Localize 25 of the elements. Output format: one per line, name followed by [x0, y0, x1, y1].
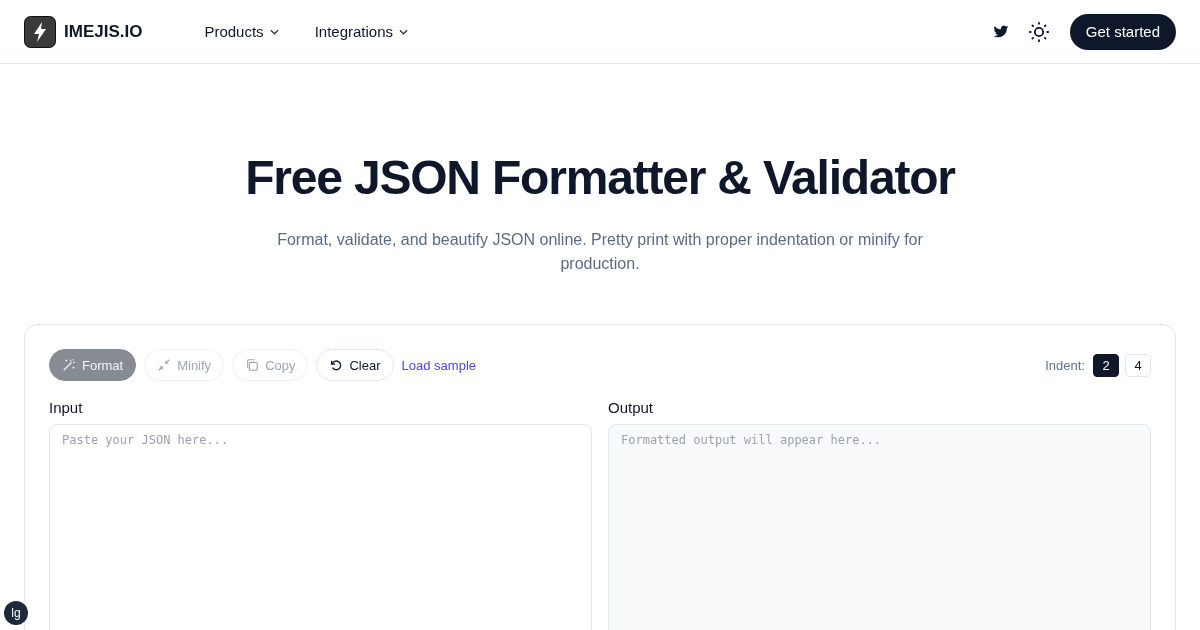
twitter-icon[interactable]: [991, 23, 1010, 40]
pane-label: Output: [608, 399, 655, 416]
chevron-down-icon: [269, 28, 279, 35]
sun-icon[interactable]: [1027, 20, 1050, 43]
page-title: Free JSON Formatter & Validator: [244, 150, 957, 206]
magic-wand-icon: [62, 358, 76, 372]
json-text-field[interactable]: Paste your JSON here...: [49, 424, 592, 630]
copy-icon: [245, 358, 260, 372]
pane-label: Input: [49, 399, 84, 416]
chevron-down-icon: [399, 28, 408, 35]
nav-menu[interactable]: Products: [198, 19, 285, 44]
indent-option[interactable]: 2: [1093, 353, 1119, 377]
brand-name: IMEJIS.IO: [64, 21, 143, 42]
load-sample-link[interactable]: Load sample: [401, 357, 476, 373]
lightning-logo-icon: [24, 15, 56, 48]
json-text-field[interactable]: Formatted output will appear here...: [608, 424, 1151, 630]
get-started-button[interactable]: Get started: [1069, 13, 1176, 50]
nav-menu[interactable]: Integrations: [308, 19, 414, 44]
undo-icon: [329, 358, 344, 372]
minimize-icon: [157, 358, 172, 372]
avatar-badge[interactable]: lg: [4, 601, 28, 625]
toolbar-button[interactable]: Clear: [316, 349, 394, 381]
indent-option[interactable]: 4: [1125, 353, 1151, 377]
page-subtitle: Format, validate, and beautify JSON online. Pretty print with proper indentation or minify for production.: [276, 230, 924, 274]
indent-label: Indent:: [1045, 357, 1085, 373]
